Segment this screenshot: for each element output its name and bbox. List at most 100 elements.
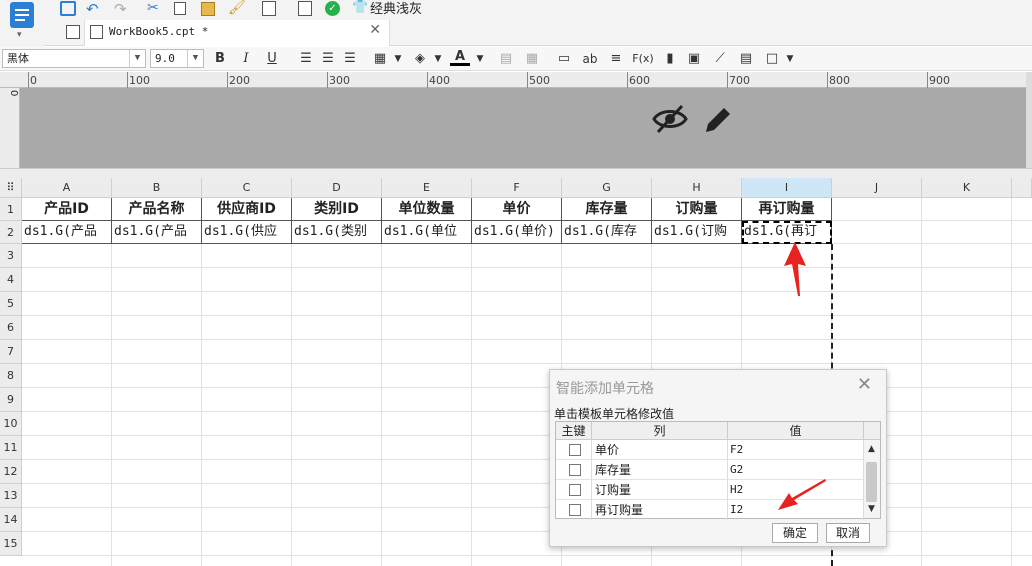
bold-button[interactable]: B (210, 50, 230, 68)
rich-text-button[interactable]: ab (580, 50, 600, 68)
row-header[interactable]: 11 (0, 436, 22, 460)
paragraph-icon[interactable]: ≡ (606, 50, 626, 68)
data-cell[interactable]: ds1.G(产品 (112, 221, 202, 244)
preview-icon[interactable] (262, 1, 276, 16)
column-header[interactable]: E (382, 178, 472, 198)
font-family-select[interactable]: 黑体 ▼ (2, 49, 146, 68)
header-cell[interactable]: 单位数量 (382, 198, 472, 221)
merge-cells-icon[interactable]: ▤ (496, 50, 516, 68)
column-header[interactable]: J (832, 178, 922, 198)
row-header[interactable]: 9 (0, 388, 22, 412)
tab-workbook[interactable]: WorkBook5.cpt * ✕ (84, 20, 390, 46)
row-header[interactable]: 3 (0, 244, 22, 268)
header-cell[interactable]: 再订购量 (742, 198, 832, 221)
theme-label[interactable]: 经典浅灰 (370, 0, 422, 17)
header-cell[interactable]: 单价 (472, 198, 562, 221)
column-header[interactable]: H (652, 178, 742, 198)
key-checkbox[interactable] (569, 484, 581, 496)
column-header[interactable]: F (472, 178, 562, 198)
undo-icon[interactable]: ↶ (86, 0, 99, 18)
header-cell[interactable]: 类别ID (292, 198, 382, 221)
row-header[interactable]: 7 (0, 340, 22, 364)
data-cell[interactable]: ds1.G(库存 (562, 221, 652, 244)
search-doc-icon[interactable] (298, 1, 312, 16)
empty-cells[interactable] (832, 198, 1032, 244)
row-header[interactable]: 5 (0, 292, 22, 316)
font-size-select[interactable]: 9.0 ▼ (150, 49, 204, 68)
column-header[interactable]: K (922, 178, 1012, 198)
font-color-icon[interactable]: A (450, 50, 470, 66)
column-header[interactable]: B (112, 178, 202, 198)
row-header[interactable]: 10 (0, 412, 22, 436)
page-header-area[interactable] (20, 88, 1026, 168)
cell-ref[interactable]: F2 (728, 440, 864, 460)
row-header[interactable]: 1 (0, 198, 22, 221)
scrollbar-thumb[interactable] (866, 462, 877, 502)
border-icon[interactable]: ▦ (370, 50, 390, 68)
column-header[interactable]: I (742, 178, 832, 198)
frame-icon[interactable]: □ (762, 50, 782, 68)
formula-button[interactable]: F(x) (630, 50, 656, 68)
header-cell[interactable]: 供应商ID (202, 198, 292, 221)
header-cell[interactable]: 库存量 (562, 198, 652, 221)
close-icon[interactable]: ✕ (857, 374, 872, 395)
underline-button[interactable]: U (262, 50, 282, 68)
cell-ref[interactable]: G2 (728, 460, 864, 480)
cancel-button[interactable]: 取消 (826, 523, 870, 543)
chevron-down-icon[interactable]: ▼ (428, 50, 448, 68)
key-checkbox[interactable] (569, 444, 581, 456)
chart-icon[interactable]: ▮ (660, 50, 680, 68)
italic-button[interactable]: I (236, 50, 256, 68)
format-painter-icon[interactable]: 🖌 (228, 0, 246, 16)
column-header[interactable]: A (22, 178, 112, 198)
row-header[interactable]: 14 (0, 508, 22, 532)
column-header[interactable]: G (562, 178, 652, 198)
scrollbar[interactable] (1026, 72, 1032, 168)
data-cell[interactable]: ds1.G(订购 (652, 221, 742, 244)
check-icon[interactable]: ✓ (325, 1, 340, 16)
slash-icon[interactable]: ⟋ (710, 50, 730, 68)
data-cell[interactable]: ds1.G(产品 (22, 221, 112, 244)
save-icon[interactable] (60, 1, 76, 16)
paste-icon[interactable] (201, 2, 215, 16)
chevron-down-icon[interactable]: ▼ (868, 504, 875, 514)
row-header[interactable]: 4 (0, 268, 22, 292)
ok-button[interactable]: 确定 (772, 523, 818, 543)
align-center-icon[interactable]: ☰ (318, 50, 338, 68)
report-icon[interactable] (10, 2, 34, 28)
table-row[interactable]: 单价 F2 (556, 440, 864, 460)
select-all-corner[interactable]: ⠿ (0, 178, 22, 198)
row-header[interactable]: 15 (0, 532, 22, 556)
header-cell[interactable]: 产品ID (22, 198, 112, 221)
hide-eye-icon[interactable] (652, 102, 688, 136)
scrollbar[interactable]: ▲ ▼ (863, 440, 880, 518)
chevron-up-icon[interactable]: ▲ (868, 444, 875, 454)
data-cell[interactable]: ds1.G(单价) (472, 221, 562, 244)
row-header[interactable]: 13 (0, 484, 22, 508)
align-left-icon[interactable]: ☰ (296, 50, 316, 68)
close-icon[interactable]: ✕ (369, 22, 381, 38)
image-icon[interactable]: ▣ (684, 50, 704, 68)
row-header[interactable]: 6 (0, 316, 22, 340)
key-checkbox[interactable] (569, 504, 581, 516)
copy-icon[interactable] (174, 2, 186, 15)
subreport-icon[interactable]: ▤ (736, 50, 756, 68)
align-right-icon[interactable]: ☰ (340, 50, 360, 68)
row-header[interactable]: 2 (0, 221, 22, 244)
split-cells-icon[interactable]: ▦ (522, 50, 542, 68)
chevron-down-icon[interactable]: ▼ (388, 50, 408, 68)
table-row[interactable]: 库存量 G2 (556, 460, 864, 480)
column-header[interactable]: C (202, 178, 292, 198)
data-cell[interactable]: ds1.G(单位 (382, 221, 472, 244)
row-header[interactable]: 8 (0, 364, 22, 388)
header-cell[interactable]: 产品名称 (112, 198, 202, 221)
edit-pencil-icon[interactable] (702, 102, 734, 136)
header-cell[interactable]: 订购量 (652, 198, 742, 221)
text-cell-icon[interactable]: ▭ (554, 50, 574, 68)
row-header[interactable]: 12 (0, 460, 22, 484)
data-cell[interactable]: ds1.G(供应 (202, 221, 292, 244)
fill-color-icon[interactable]: ◈ (410, 50, 430, 68)
column-header[interactable]: D (292, 178, 382, 198)
key-checkbox[interactable] (569, 464, 581, 476)
data-cell[interactable]: ds1.G(类别 (292, 221, 382, 244)
